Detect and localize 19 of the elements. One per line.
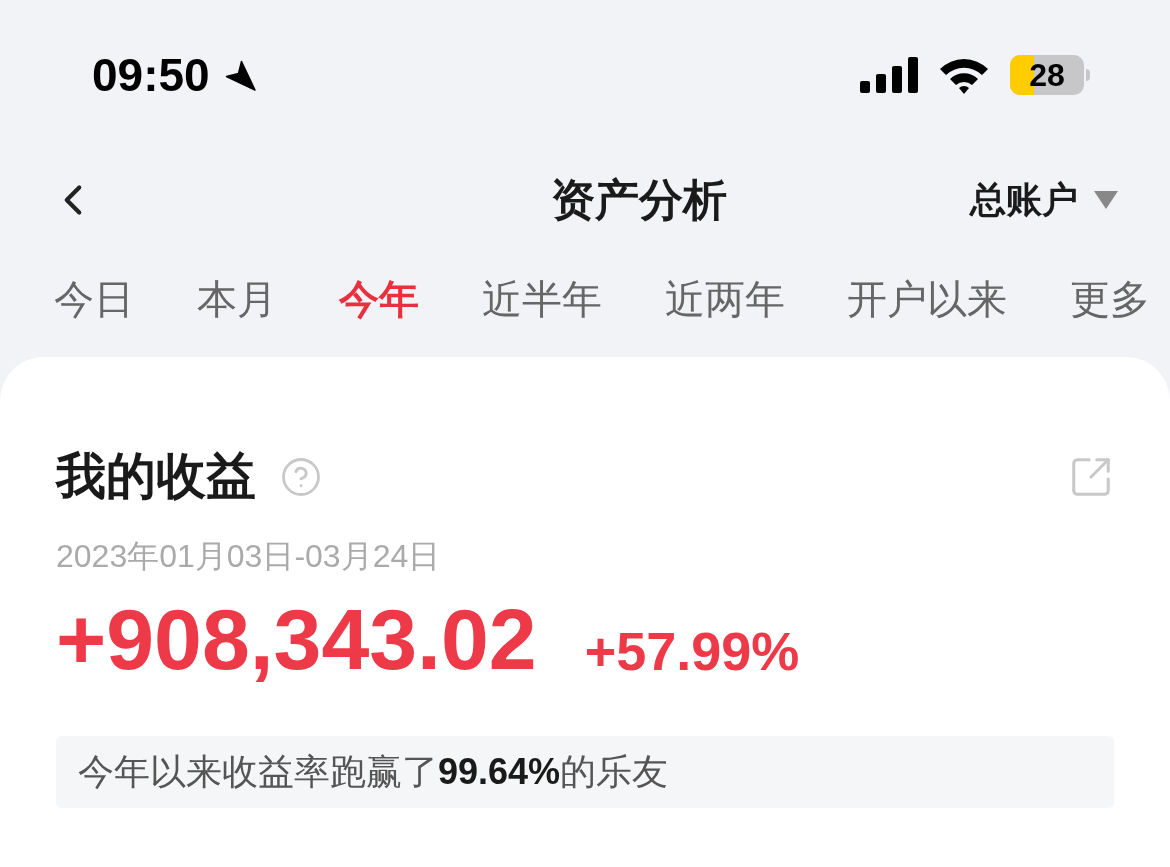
card-title: 我的收益 xyxy=(56,447,256,506)
period-tab[interactable]: 近半年 xyxy=(481,268,602,329)
profit-amount: +908,343.02 xyxy=(56,596,537,682)
period-tab[interactable]: 近两年 xyxy=(664,268,785,329)
period-tab[interactable]: 开户以来 xyxy=(847,268,1008,329)
help-icon[interactable] xyxy=(280,455,322,498)
account-dropdown[interactable]: 总账户 xyxy=(970,173,1118,227)
period-tab[interactable]: 更多 xyxy=(1069,268,1150,329)
period-tab[interactable]: 今年 xyxy=(339,268,420,329)
page-title: 资产分析 xyxy=(551,174,727,226)
status-time: 09:50 xyxy=(92,47,210,103)
period-tab[interactable]: 今日 xyxy=(54,268,134,329)
caret-icon xyxy=(1094,191,1118,209)
date-range: 2023年01月03日-03月24日 xyxy=(56,537,442,576)
signal-icon xyxy=(860,57,918,93)
rank-note: 今年以来收益率跑赢了99.64%的乐友 xyxy=(78,750,669,794)
profit-rate: +57.99% xyxy=(584,624,800,682)
period-tab[interactable]: 本月 xyxy=(196,268,277,329)
wifi-icon xyxy=(938,56,990,94)
